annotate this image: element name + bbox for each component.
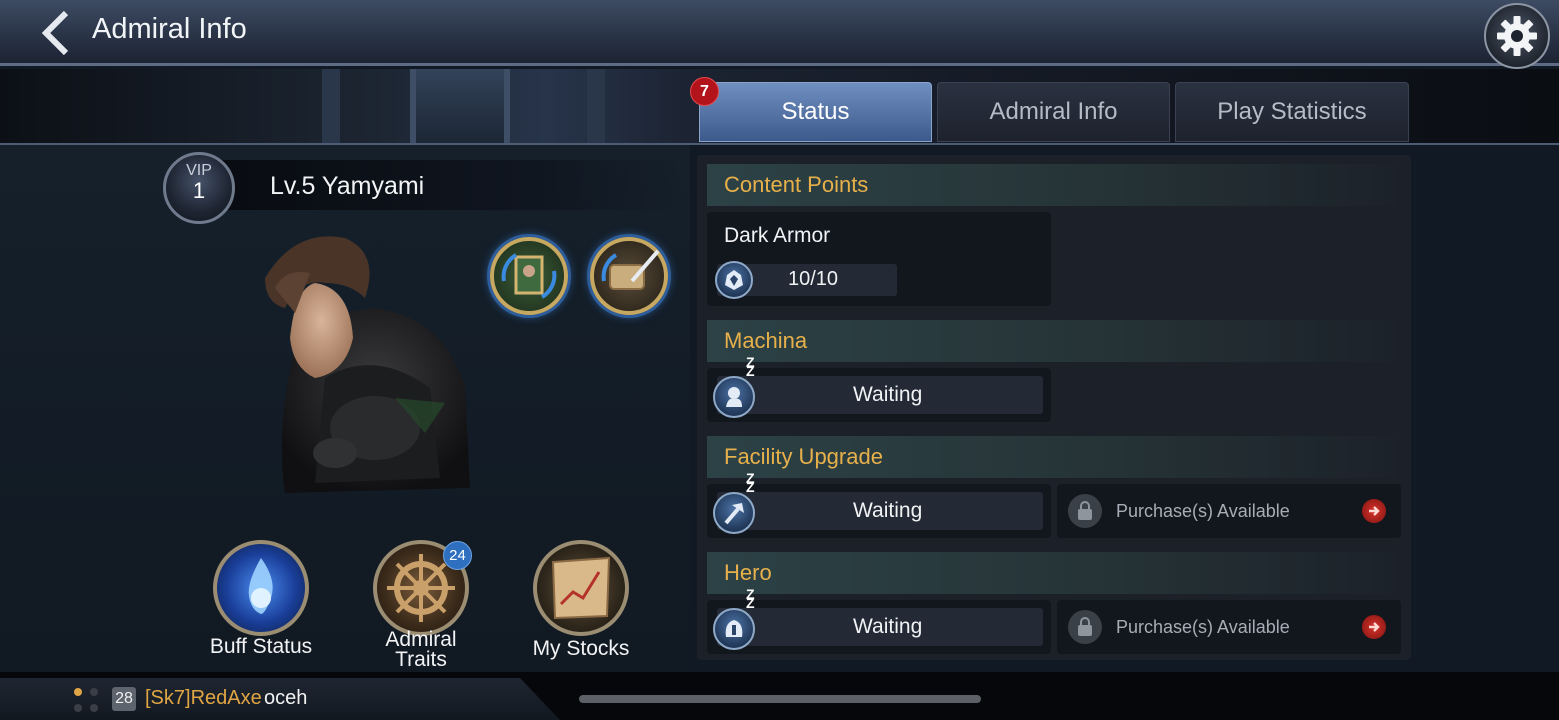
banner-pillar	[322, 69, 340, 143]
tab-play-statistics-label: Play Statistics	[1217, 98, 1367, 125]
chat-message: oceh	[264, 687, 308, 709]
stock-chart-icon	[551, 556, 611, 620]
hero-icon	[713, 608, 755, 650]
scroll-quill-icon	[601, 249, 660, 290]
sleep-glyph: Z	[746, 479, 755, 495]
sleep-glyph: Z	[746, 363, 755, 379]
section-header-hero	[707, 552, 1397, 594]
lock-icon	[1068, 610, 1102, 644]
admiral-traits-label-line1: Admiral	[385, 628, 457, 651]
vip-badge[interactable]: VIP 1	[163, 152, 235, 224]
portrait-swap-icon	[501, 253, 557, 299]
sleep-icon: Z Z	[746, 471, 755, 495]
admiral-character-image	[265, 236, 470, 493]
chat-level-badge: 28	[112, 687, 136, 711]
section-title-content-points: Content Points	[724, 172, 869, 197]
notification-badge: 7	[690, 77, 719, 106]
dark-armor-label: Dark Armor	[724, 224, 831, 247]
traits-count-badge: 24	[443, 541, 472, 570]
section-title-facility-upgrade: Facility Upgrade	[724, 444, 883, 469]
lock-icon	[1068, 494, 1102, 528]
machina-icon	[713, 376, 755, 418]
gear-icon	[1497, 16, 1537, 56]
change-portrait-button[interactable]	[490, 237, 568, 315]
vip-level: 1	[192, 178, 206, 203]
chat-sender: [Sk7]RedAxe	[145, 687, 262, 709]
facility-purchase-label: Purchase(s) Available	[1116, 501, 1290, 521]
tab-play-statistics[interactable]: Play Statistics	[1175, 82, 1409, 142]
lock-glyph	[1078, 501, 1092, 520]
robot-icon	[726, 387, 742, 407]
tab-admiral-info[interactable]: Admiral Info	[937, 82, 1170, 142]
helmet-icon	[725, 620, 743, 637]
admiral-traits-label-line2: Traits	[395, 648, 447, 671]
page-title: Admiral Info	[92, 13, 247, 45]
hero-purchase-label: Purchase(s) Available	[1116, 617, 1290, 637]
arrow-right-icon	[1362, 615, 1386, 639]
machina-status: Waiting	[853, 383, 923, 406]
dark-armor-points-value: 10/10	[788, 268, 839, 290]
banner-window	[410, 69, 510, 143]
blue-flame-icon	[248, 558, 273, 614]
banner-pillar	[587, 69, 605, 143]
tab-status-label: Status	[781, 98, 850, 125]
settings-button[interactable]	[1484, 3, 1550, 69]
admiral-traits-label: Admiral Traits	[356, 628, 486, 671]
sleep-icon: Z Z	[746, 355, 755, 379]
chat-menu-icon[interactable]	[74, 688, 104, 716]
buff-status-button[interactable]	[213, 540, 309, 636]
home-indicator[interactable]	[579, 695, 981, 703]
section-title-hero: Hero	[724, 560, 772, 585]
tab-admiral-info-label: Admiral Info	[989, 98, 1118, 125]
buff-status-label: Buff Status	[209, 635, 313, 658]
dark-armor-icon	[715, 261, 753, 299]
change-title-button[interactable]	[590, 237, 668, 315]
facility-upgrade-status: Waiting	[853, 499, 923, 522]
chevron-left-icon	[41, 10, 69, 56]
arrow-right-icon	[1362, 499, 1386, 523]
my-stocks-label: My Stocks	[532, 637, 630, 660]
admiral-name: Lv.5 Yamyami	[270, 172, 425, 200]
my-stocks-button[interactable]	[533, 540, 629, 636]
section-header-machina	[707, 320, 1397, 362]
arrow-glyph	[1369, 506, 1380, 516]
sleep-icon: Z Z	[746, 587, 755, 611]
armor-crest-icon	[725, 270, 743, 290]
lock-glyph	[1078, 617, 1092, 636]
hero-status: Waiting	[853, 615, 923, 638]
admiral-portrait	[255, 228, 475, 503]
facility-upgrade-icon	[713, 492, 755, 534]
sleep-glyph: Z	[746, 595, 755, 611]
hammer-icon	[724, 503, 744, 525]
tab-status[interactable]: Status	[699, 82, 932, 142]
back-button[interactable]	[40, 10, 70, 56]
section-title-machina: Machina	[724, 328, 808, 353]
arrow-glyph	[1369, 622, 1380, 632]
